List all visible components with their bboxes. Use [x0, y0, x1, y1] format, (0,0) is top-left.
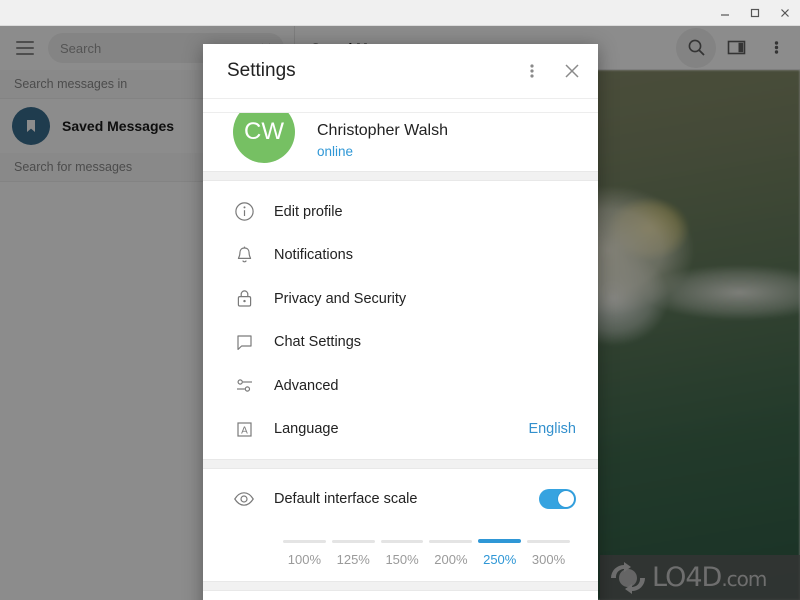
section-divider [203, 171, 598, 181]
settings-item-notifications[interactable]: Notifications [203, 234, 598, 278]
eye-icon [231, 488, 257, 510]
svg-text:A: A [241, 425, 248, 436]
slider-segment-200[interactable] [429, 540, 473, 543]
settings-dialog-header: Settings [203, 44, 598, 98]
info-circle-icon [231, 201, 257, 222]
settings-menu: Edit profile Notifications Privacy and S… [203, 181, 598, 459]
sliders-icon [231, 375, 257, 396]
slider-labels: 100% 125% 150% 200% 250% 300% [283, 552, 570, 567]
window-title-bar [0, 0, 800, 26]
application-window: Search Search messages in Saved Messages… [0, 0, 800, 600]
profile-text: Christopher Walsh online [317, 122, 448, 163]
interface-scale-label: Default interface scale [274, 491, 418, 507]
slider-segment-150[interactable] [380, 540, 424, 543]
bell-icon [231, 245, 257, 266]
section-divider [203, 581, 598, 591]
settings-item-edit-profile[interactable]: Edit profile [203, 190, 598, 234]
slider-label-200[interactable]: 200% [429, 552, 472, 567]
settings-item-label: Privacy and Security [274, 290, 407, 307]
slider-label-100[interactable]: 100% [283, 552, 326, 567]
settings-item-label: Notifications [274, 247, 353, 264]
settings-scroll-area[interactable]: CW Christopher Walsh online Edit profile [203, 98, 598, 600]
slider-segment-250[interactable] [478, 539, 522, 543]
profile-name: Christopher Walsh [317, 122, 449, 139]
settings-item-advanced[interactable]: Advanced [203, 364, 598, 408]
scroll-clip-mask [203, 99, 598, 113]
settings-item-privacy-and-security[interactable]: Privacy and Security [203, 277, 598, 321]
settings-item-chat-settings[interactable]: Chat Settings [203, 321, 598, 365]
window-maximize-button[interactable] [740, 0, 770, 25]
profile-summary[interactable]: CW Christopher Walsh online [203, 99, 598, 171]
lock-icon [231, 288, 257, 309]
settings-item-language[interactable]: A Language English [203, 408, 598, 452]
profile-status: online [317, 144, 354, 159]
slider-track[interactable] [283, 537, 570, 543]
settings-item-value-language[interactable]: English [528, 421, 576, 437]
settings-item-label: Edit profile [274, 203, 343, 220]
slider-segment-100[interactable] [283, 540, 326, 543]
slider-label-150[interactable]: 150% [381, 552, 424, 567]
toggle-knob [557, 490, 575, 508]
interface-scale-slider[interactable]: 100% 125% 150% 200% 250% 300% [231, 537, 576, 567]
slider-label-250[interactable]: 250% [478, 552, 521, 567]
settings-item-label: Advanced [274, 377, 339, 394]
settings-item-label: Chat Settings [274, 334, 362, 351]
window-minimize-button[interactable] [710, 0, 740, 25]
language-a-icon: A [231, 419, 257, 440]
settings-dialog: Settings CW Christopher Walsh online Edi… [203, 44, 598, 600]
section-divider [203, 459, 598, 469]
window-close-button[interactable] [770, 0, 800, 25]
interface-scale-row[interactable]: Default interface scale [231, 481, 576, 517]
interface-scale-toggle[interactable] [539, 489, 576, 509]
slider-segment-300[interactable] [527, 540, 570, 543]
slider-label-125[interactable]: 125% [332, 552, 375, 567]
chat-bubble-icon [231, 332, 257, 353]
interface-scale-section: Default interface scale 100% 125% 150% 2… [203, 469, 598, 581]
settings-item-label: Language [274, 421, 339, 438]
slider-label-300[interactable]: 300% [527, 552, 570, 567]
more-vertical-icon[interactable] [512, 51, 552, 91]
slider-segment-125[interactable] [331, 540, 375, 543]
close-icon[interactable] [552, 51, 592, 91]
settings-title: Settings [227, 60, 296, 81]
